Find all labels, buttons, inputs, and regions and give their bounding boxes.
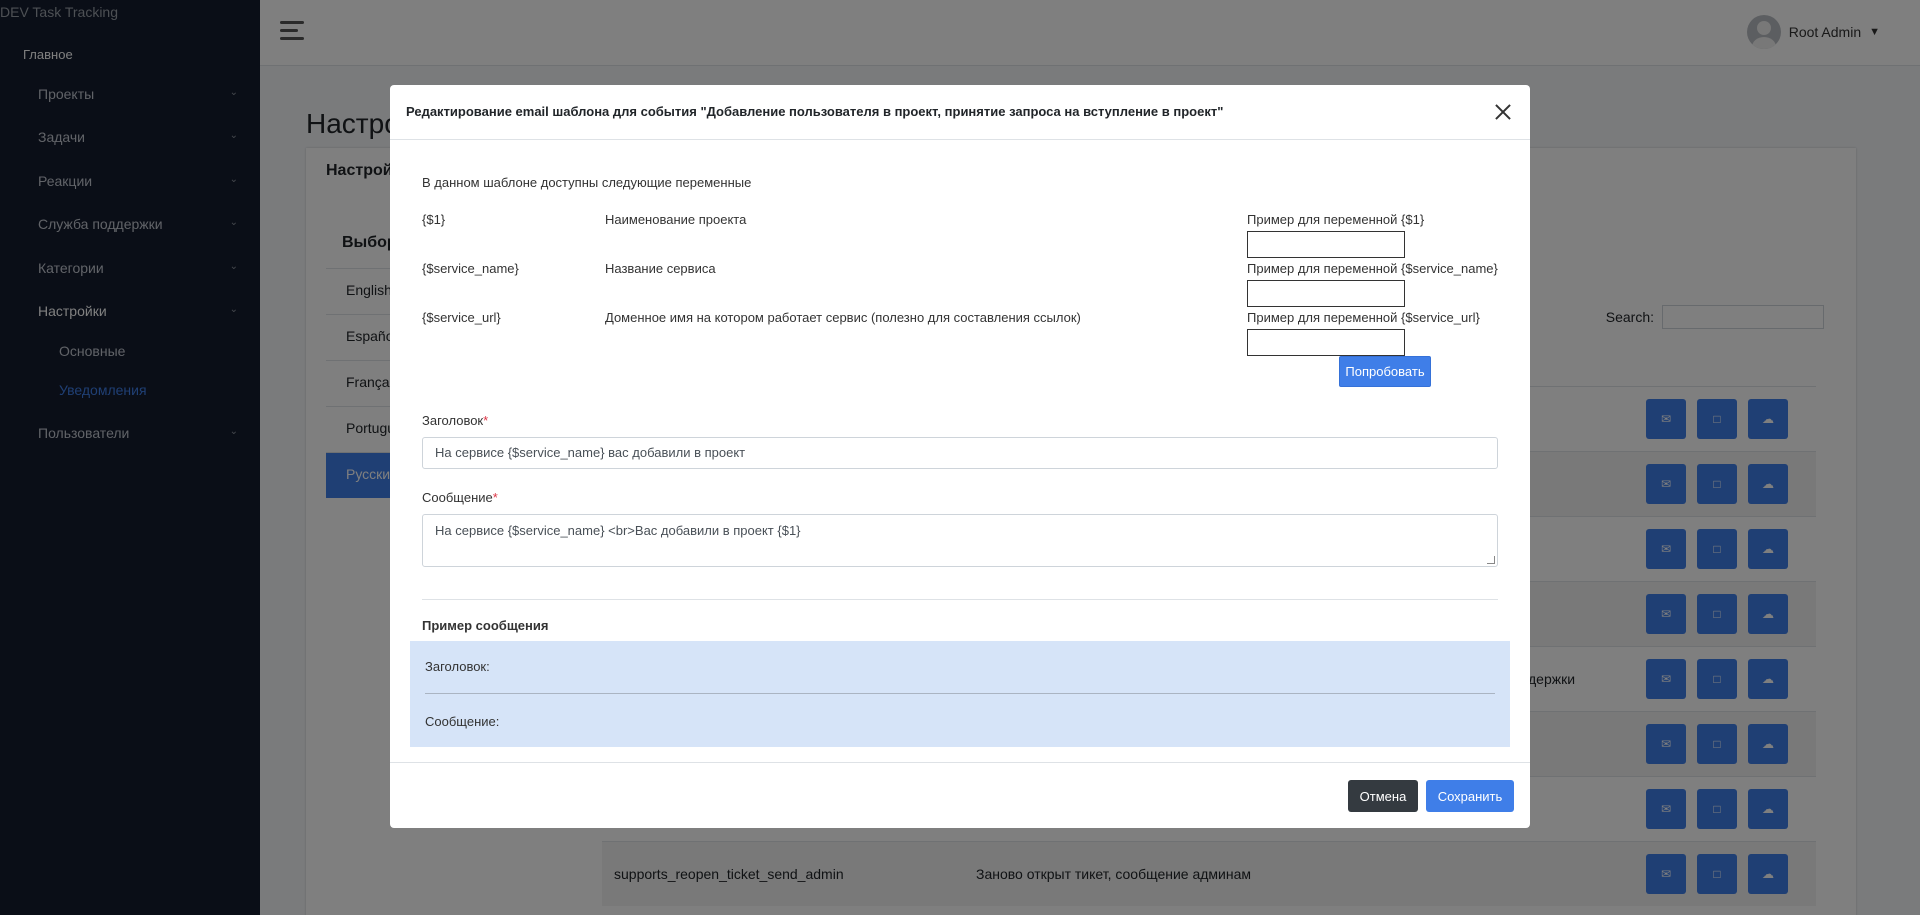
variable-name: {$service_name} [422, 261, 519, 276]
variable-example-label: Пример для переменной {$service_url} [1247, 310, 1480, 325]
variable-example-label: Пример для переменной {$1} [1247, 212, 1425, 227]
try-button[interactable]: Попробовать [1339, 356, 1431, 387]
example-subject-label: Заголовок: [425, 659, 490, 674]
divider [425, 693, 1495, 694]
required-marker: * [483, 413, 489, 428]
example-message-label: Сообщение: [425, 714, 500, 729]
variables-intro: В данном шаблоне доступны следующие пере… [422, 175, 752, 190]
variable-example-input[interactable] [1247, 329, 1405, 356]
divider [422, 599, 1498, 600]
cancel-button[interactable]: Отмена [1348, 780, 1418, 812]
save-button[interactable]: Сохранить [1426, 780, 1514, 812]
required-marker: * [492, 490, 498, 505]
message-text: На сервисе {$service_name} <br>Вас добав… [435, 523, 801, 538]
modal-header: Редактирование email шаблона для события… [390, 85, 1530, 140]
modal-title: Редактирование email шаблона для события… [406, 104, 1224, 119]
variable-description: Наименование проекта [605, 212, 747, 227]
message-label-text: Сообщение [422, 490, 493, 505]
variable-example-input[interactable] [1247, 231, 1405, 258]
variable-description: Название сервиса [605, 261, 716, 276]
message-label: Сообщение* [422, 490, 498, 505]
subject-label: Заголовок* [422, 413, 488, 428]
modal-footer: Отмена Сохранить [390, 762, 1530, 828]
variable-description: Доменное имя на котором работает сервис … [605, 310, 1081, 325]
variable-example-label: Пример для переменной {$service_name} [1247, 261, 1498, 276]
message-textarea[interactable]: На сервисе {$service_name} <br>Вас добав… [422, 514, 1498, 567]
subject-input[interactable]: На сервисе {$service_name} вас добавили … [422, 437, 1498, 469]
variable-name: {$service_url} [422, 310, 501, 325]
example-title: Пример сообщения [422, 618, 549, 633]
subject-label-text: Заголовок [422, 413, 484, 428]
resize-handle-icon[interactable] [1487, 556, 1495, 564]
variable-name: {$1} [422, 212, 446, 227]
close-icon[interactable] [1490, 99, 1516, 125]
example-preview: Заголовок: Сообщение: [410, 641, 1510, 747]
variable-example-input[interactable] [1247, 280, 1405, 307]
edit-email-template-modal: Редактирование email шаблона для события… [390, 85, 1530, 828]
